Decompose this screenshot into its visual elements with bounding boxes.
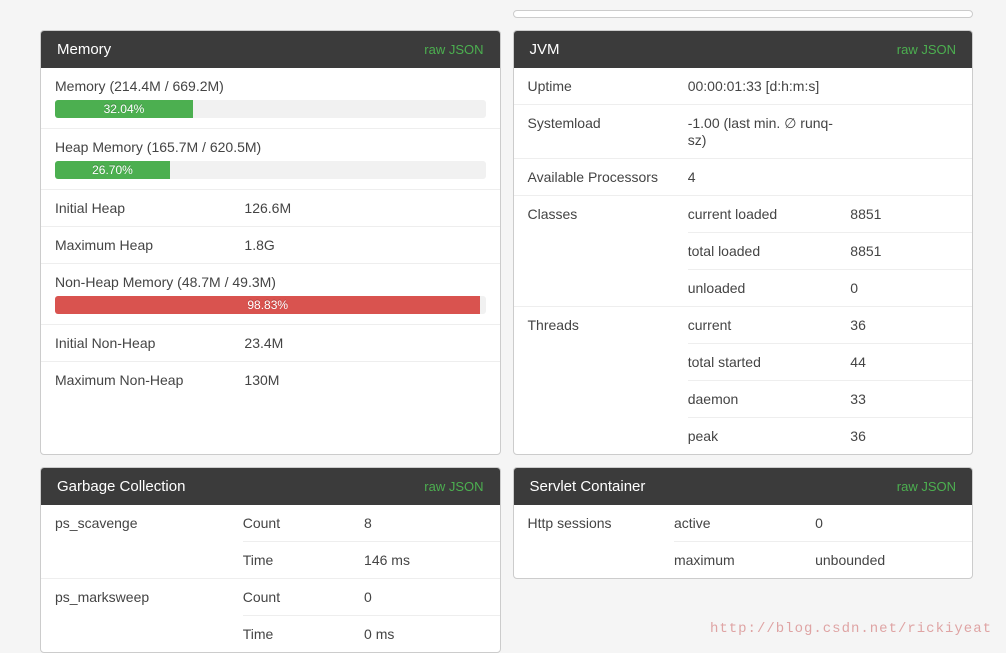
jvm-threads-current-k: current xyxy=(688,317,851,333)
servlet-sessions-maximum-k: maximum xyxy=(674,552,815,568)
nonheap-memory-row: Non-Heap Memory (48.7M / 49.3M) 98.83% xyxy=(41,264,500,325)
gc-ps-scavenge-key: ps_scavenge xyxy=(41,505,243,578)
jvm-classes-current-loaded-v: 8851 xyxy=(850,206,968,222)
memory-title: Memory xyxy=(57,41,111,58)
heap-memory-label: Heap Memory (165.7M / 620.5M) xyxy=(55,139,486,155)
jvm-processors-value: 4 xyxy=(688,169,851,185)
gc-title: Garbage Collection xyxy=(57,478,185,495)
watermark: http://blog.csdn.net/rickiyeat xyxy=(710,621,992,637)
gc-ps-marksweep-time-k: Time xyxy=(243,626,364,642)
jvm-classes-unloaded-v: 0 xyxy=(850,280,968,296)
heap-memory-bar: 26.70% xyxy=(55,161,486,179)
heap-memory-row: Heap Memory (165.7M / 620.5M) 26.70% xyxy=(41,129,500,190)
nonheap-memory-label: Non-Heap Memory (48.7M / 49.3M) xyxy=(55,274,486,290)
gc-ps-marksweep-count-v: 0 xyxy=(364,589,495,605)
jvm-threads-total-started-k: total started xyxy=(688,354,851,370)
jvm-card: JVM raw JSON Uptime 00:00:01:33 [d:h:m:s… xyxy=(513,30,974,455)
jvm-uptime-value: 00:00:01:33 [d:h:m:s] xyxy=(688,78,851,94)
servlet-card: Servlet Container raw JSON Http sessions… xyxy=(513,467,974,579)
initial-nonheap-value: 23.4M xyxy=(244,335,485,351)
jvm-title: JVM xyxy=(530,41,560,58)
initial-nonheap-row: Initial Non-Heap 23.4M xyxy=(41,325,500,362)
jvm-threads-total-started-v: 44 xyxy=(850,354,968,370)
maximum-nonheap-label: Maximum Non-Heap xyxy=(55,372,244,388)
gc-ps-scavenge-count-k: Count xyxy=(243,515,364,531)
servlet-header: Servlet Container raw JSON xyxy=(514,468,973,505)
servlet-sessions-active-k: active xyxy=(674,515,815,531)
gc-ps-scavenge-row: ps_scavenge Count8 Time146 ms xyxy=(41,505,500,579)
gc-ps-marksweep-time-v: 0 ms xyxy=(364,626,495,642)
jvm-threads-key: Threads xyxy=(514,307,688,454)
jvm-processors-row: Available Processors 4 xyxy=(514,159,973,196)
maximum-heap-value: 1.8G xyxy=(244,237,485,253)
memory-total-row: Memory (214.4M / 669.2M) 32.04% xyxy=(41,68,500,129)
gc-raw-json-link[interactable]: raw JSON xyxy=(424,479,483,494)
memory-header: Memory raw JSON xyxy=(41,31,500,68)
gc-ps-scavenge-time-v: 146 ms xyxy=(364,552,495,568)
jvm-threads-daemon-k: daemon xyxy=(688,391,851,407)
jvm-threads-row: Threads current36 total started44 daemon… xyxy=(514,307,973,454)
jvm-threads-daemon-v: 33 xyxy=(850,391,968,407)
gc-header: Garbage Collection raw JSON xyxy=(41,468,500,505)
jvm-classes-current-loaded-k: current loaded xyxy=(688,206,851,222)
gc-ps-marksweep-count-k: Count xyxy=(243,589,364,605)
servlet-http-sessions-key: Http sessions xyxy=(514,505,674,578)
top-right-card-edge xyxy=(513,10,974,18)
jvm-body: Uptime 00:00:01:33 [d:h:m:s] Systemload … xyxy=(514,68,973,454)
gc-ps-scavenge-time-k: Time xyxy=(243,552,364,568)
servlet-http-sessions-row: Http sessions active0 maximumunbounded xyxy=(514,505,973,578)
servlet-body: Http sessions active0 maximumunbounded xyxy=(514,505,973,578)
gc-ps-marksweep-row: ps_marksweep Count0 Time0 ms xyxy=(41,579,500,652)
nonheap-memory-bar-fill: 98.83% xyxy=(55,296,480,314)
jvm-systemload-row: Systemload -1.00 (last min. ∅ runq-sz) xyxy=(514,105,973,159)
initial-heap-value: 126.6M xyxy=(244,200,485,216)
gc-card: Garbage Collection raw JSON ps_scavenge … xyxy=(40,467,501,653)
initial-heap-label: Initial Heap xyxy=(55,200,244,216)
maximum-nonheap-row: Maximum Non-Heap 130M xyxy=(41,362,500,398)
jvm-classes-row: Classes current loaded8851 total loaded8… xyxy=(514,196,973,307)
jvm-threads-peak-v: 36 xyxy=(850,428,968,444)
memory-total-bar: 32.04% xyxy=(55,100,486,118)
gc-ps-scavenge-count-v: 8 xyxy=(364,515,495,531)
jvm-header: JVM raw JSON xyxy=(514,31,973,68)
maximum-heap-label: Maximum Heap xyxy=(55,237,244,253)
maximum-heap-row: Maximum Heap 1.8G xyxy=(41,227,500,264)
jvm-classes-total-loaded-v: 8851 xyxy=(850,243,968,259)
jvm-raw-json-link[interactable]: raw JSON xyxy=(897,42,956,57)
maximum-nonheap-value: 130M xyxy=(244,372,485,388)
jvm-processors-key: Available Processors xyxy=(514,159,688,195)
heap-memory-bar-fill: 26.70% xyxy=(55,161,170,179)
jvm-uptime-row: Uptime 00:00:01:33 [d:h:m:s] xyxy=(514,68,973,105)
jvm-uptime-key: Uptime xyxy=(514,68,688,104)
jvm-systemload-key: Systemload xyxy=(514,105,688,158)
servlet-title: Servlet Container xyxy=(530,478,646,495)
servlet-sessions-active-v: 0 xyxy=(815,515,968,531)
initial-heap-row: Initial Heap 126.6M xyxy=(41,190,500,227)
jvm-classes-key: Classes xyxy=(514,196,688,306)
jvm-threads-peak-k: peak xyxy=(688,428,851,444)
jvm-threads-current-v: 36 xyxy=(850,317,968,333)
jvm-classes-unloaded-k: unloaded xyxy=(688,280,851,296)
memory-total-label: Memory (214.4M / 669.2M) xyxy=(55,78,486,94)
servlet-sessions-maximum-v: unbounded xyxy=(815,552,968,568)
gc-ps-marksweep-key: ps_marksweep xyxy=(41,579,243,652)
nonheap-memory-bar: 98.83% xyxy=(55,296,486,314)
gc-body: ps_scavenge Count8 Time146 ms ps_markswe… xyxy=(41,505,500,652)
memory-raw-json-link[interactable]: raw JSON xyxy=(424,42,483,57)
servlet-raw-json-link[interactable]: raw JSON xyxy=(897,479,956,494)
jvm-systemload-value: -1.00 (last min. ∅ runq-sz) xyxy=(688,115,851,148)
memory-card: Memory raw JSON Memory (214.4M / 669.2M)… xyxy=(40,30,501,455)
jvm-classes-total-loaded-k: total loaded xyxy=(688,243,851,259)
initial-nonheap-label: Initial Non-Heap xyxy=(55,335,244,351)
memory-total-bar-fill: 32.04% xyxy=(55,100,193,118)
memory-body: Memory (214.4M / 669.2M) 32.04% Heap Mem… xyxy=(41,68,500,398)
